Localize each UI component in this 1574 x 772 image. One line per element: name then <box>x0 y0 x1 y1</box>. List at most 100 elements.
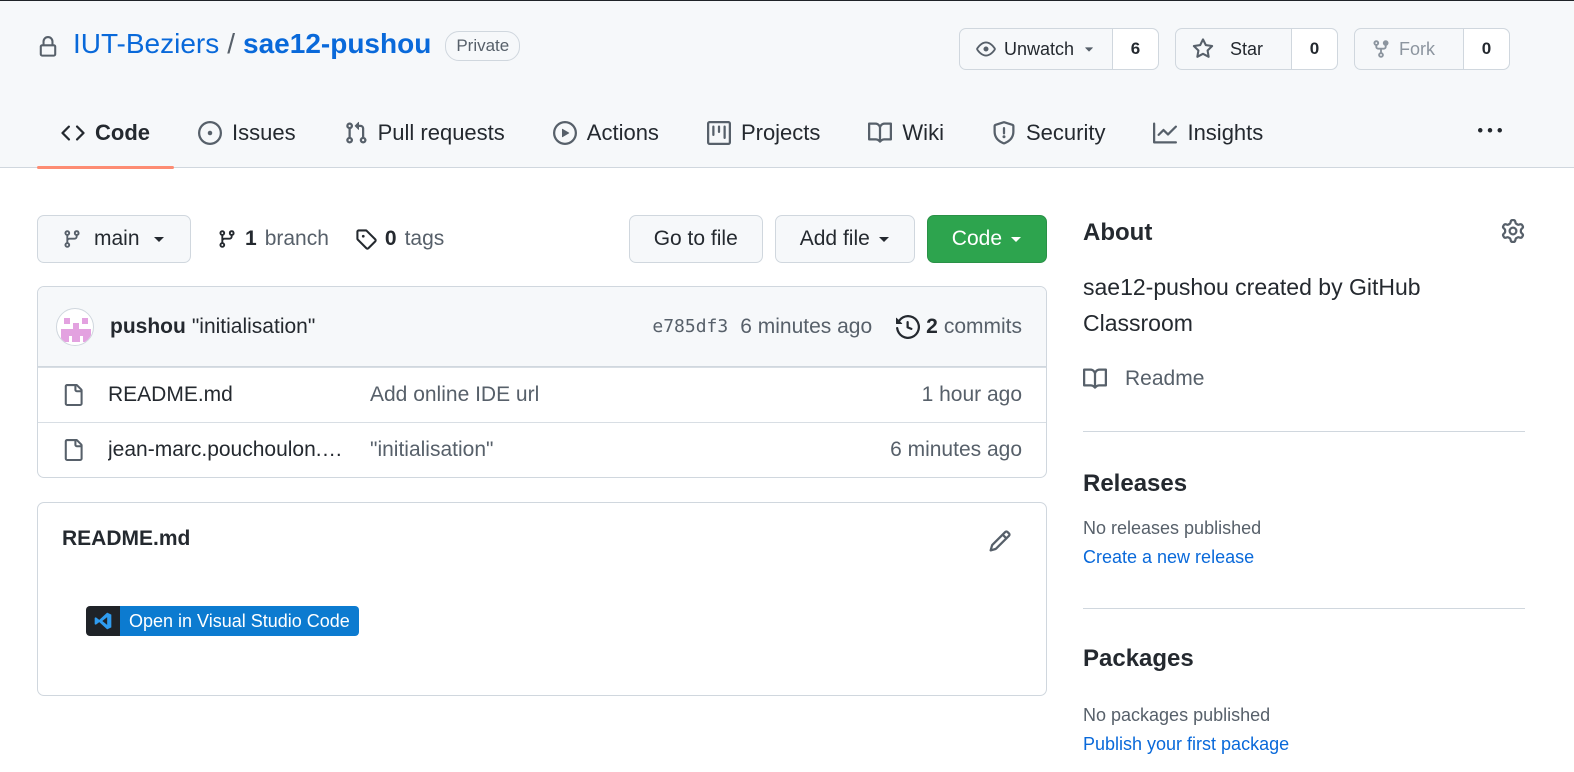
releases-title[interactable]: Releases <box>1083 470 1525 498</box>
avatar[interactable] <box>56 307 94 346</box>
shield-icon <box>992 120 1016 145</box>
about-title: About <box>1083 219 1153 246</box>
forks-count[interactable]: 0 <box>1463 29 1509 69</box>
readme-panel: README.md Open in Visual Studio Code <box>37 502 1047 696</box>
tab-actions[interactable]: Actions <box>529 97 683 168</box>
issue-icon <box>198 120 222 145</box>
fork-button[interactable]: Fork <box>1355 29 1463 69</box>
code-icon <box>61 121 85 145</box>
history-icon <box>896 314 921 339</box>
more-tabs-button[interactable] <box>1476 119 1504 143</box>
fork-label: Fork <box>1399 38 1435 59</box>
list-item[interactable]: jean-marc.pouchoulon.… "initialisation" … <box>38 422 1046 477</box>
eye-icon <box>976 39 996 59</box>
visibility-badge: Private <box>445 31 521 61</box>
file-commit-message[interactable]: Add online IDE url <box>370 383 922 407</box>
tab-wiki[interactable]: Wiki <box>844 97 968 168</box>
caret-down-icon <box>878 233 890 245</box>
pencil-icon[interactable] <box>988 529 1012 553</box>
tab-code[interactable]: Code <box>37 97 174 169</box>
file-toolbar: main 1 branch 0 tags Go to file Add file… <box>37 215 1047 263</box>
git-branch-icon <box>217 229 237 249</box>
tab-security-label: Security <box>1025 119 1106 145</box>
list-item[interactable]: README.md Add online IDE url 1 hour ago <box>38 367 1046 422</box>
tab-insights[interactable]: Insights <box>1129 97 1287 168</box>
star-button[interactable]: Star <box>1176 29 1291 69</box>
tab-wiki-label: Wiki <box>902 119 944 145</box>
commit-sha[interactable]: e785df3 <box>652 316 728 337</box>
branches-link[interactable]: 1 branch <box>217 227 329 251</box>
repo-content: main 1 branch 0 tags Go to file Add file… <box>37 215 1047 696</box>
create-release-link[interactable]: Create a new release <box>1083 547 1525 568</box>
tag-icon <box>355 228 377 250</box>
branch-selector[interactable]: main <box>37 215 191 263</box>
vscode-badge-label: Open in Visual Studio Code <box>120 606 359 636</box>
path-separator: / <box>227 28 236 59</box>
gear-icon[interactable] <box>1501 219 1525 243</box>
packages-title[interactable]: Packages <box>1083 645 1525 673</box>
book-icon <box>1083 367 1107 391</box>
file-name[interactable]: jean-marc.pouchoulon.… <box>108 438 370 462</box>
project-icon <box>706 120 731 145</box>
file-icon <box>62 438 84 462</box>
repo-description: sae12-pushou created by GitHub Classroom <box>1083 274 1421 336</box>
add-file-button[interactable]: Add file <box>774 215 915 263</box>
star-button-group: Star 0 <box>1174 28 1338 70</box>
caret-down-icon <box>1082 42 1096 56</box>
watch-button-group: Unwatch 6 <box>958 28 1159 70</box>
commit-age: 6 minutes ago <box>740 314 873 338</box>
book-icon <box>868 121 893 145</box>
tab-actions-label: Actions <box>586 119 659 145</box>
tab-security[interactable]: Security <box>968 97 1129 168</box>
repo-actions: Unwatch 6 Star 0 Fork 0 <box>958 28 1510 70</box>
fork-button-group: Fork 0 <box>1354 28 1510 70</box>
commit-message[interactable]: "initialisation" <box>192 315 315 339</box>
commit-author[interactable]: pushou <box>110 315 186 339</box>
open-in-vscode-badge[interactable]: Open in Visual Studio Code <box>86 606 359 636</box>
tag-word: tags <box>404 227 445 250</box>
no-releases-text: No releases published <box>1083 518 1262 538</box>
publish-package-link[interactable]: Publish your first package <box>1083 734 1525 755</box>
tab-projects-label: Projects <box>740 119 821 145</box>
tab-projects[interactable]: Projects <box>683 97 844 168</box>
file-icon <box>62 383 84 407</box>
file-name[interactable]: README.md <box>108 383 370 407</box>
sidebar-divider <box>1083 431 1525 432</box>
tab-pull-requests-label: Pull requests <box>377 119 505 145</box>
tags-link[interactable]: 0 tags <box>355 227 444 251</box>
branch-count: 1 <box>245 227 257 250</box>
vscode-icon <box>86 606 120 636</box>
repo-owner-link[interactable]: IUT-Beziers <box>73 28 219 60</box>
readme-title[interactable]: README.md <box>62 527 190 551</box>
tab-issues[interactable]: Issues <box>174 97 320 168</box>
play-icon <box>552 120 577 145</box>
tab-insights-label: Insights <box>1187 119 1264 145</box>
file-commit-message[interactable]: "initialisation" <box>370 438 890 462</box>
latest-commit: pushou "initialisation" e785df3 6 minute… <box>38 287 1046 367</box>
branch-word: branch <box>264 227 329 250</box>
repo-title: IUT-Beziers / sae12-pushou Private <box>37 27 521 61</box>
watchers-count[interactable]: 6 <box>1111 29 1158 69</box>
graph-icon <box>1153 121 1178 145</box>
go-to-file-button[interactable]: Go to file <box>628 215 763 263</box>
file-age: 6 minutes ago <box>890 438 1022 461</box>
kebab-horizontal-icon <box>1476 119 1504 143</box>
readme-link[interactable]: Readme <box>1083 367 1525 391</box>
pull-request-icon <box>344 121 368 145</box>
stars-count[interactable]: 0 <box>1291 29 1337 69</box>
repo-sidebar: About sae12-pushou created by GitHub Cla… <box>1083 215 1525 755</box>
tab-issues-label: Issues <box>232 119 296 145</box>
repo-forked-icon <box>1371 39 1391 59</box>
repo-name-link[interactable]: sae12-pushou <box>243 28 431 60</box>
unwatch-button[interactable]: Unwatch <box>960 29 1112 69</box>
commits-link[interactable]: 2 commits <box>896 315 1022 339</box>
sidebar-divider <box>1083 608 1525 609</box>
tab-pull-requests[interactable]: Pull requests <box>320 97 529 168</box>
file-list: pushou "initialisation" e785df3 6 minute… <box>37 286 1047 478</box>
about-header: About <box>1083 215 1525 247</box>
lock-icon <box>37 36 59 58</box>
tag-count: 0 <box>384 227 397 250</box>
code-download-button[interactable]: Code <box>926 215 1047 263</box>
current-branch: main <box>94 227 140 250</box>
add-file-label: Add file <box>799 227 870 250</box>
